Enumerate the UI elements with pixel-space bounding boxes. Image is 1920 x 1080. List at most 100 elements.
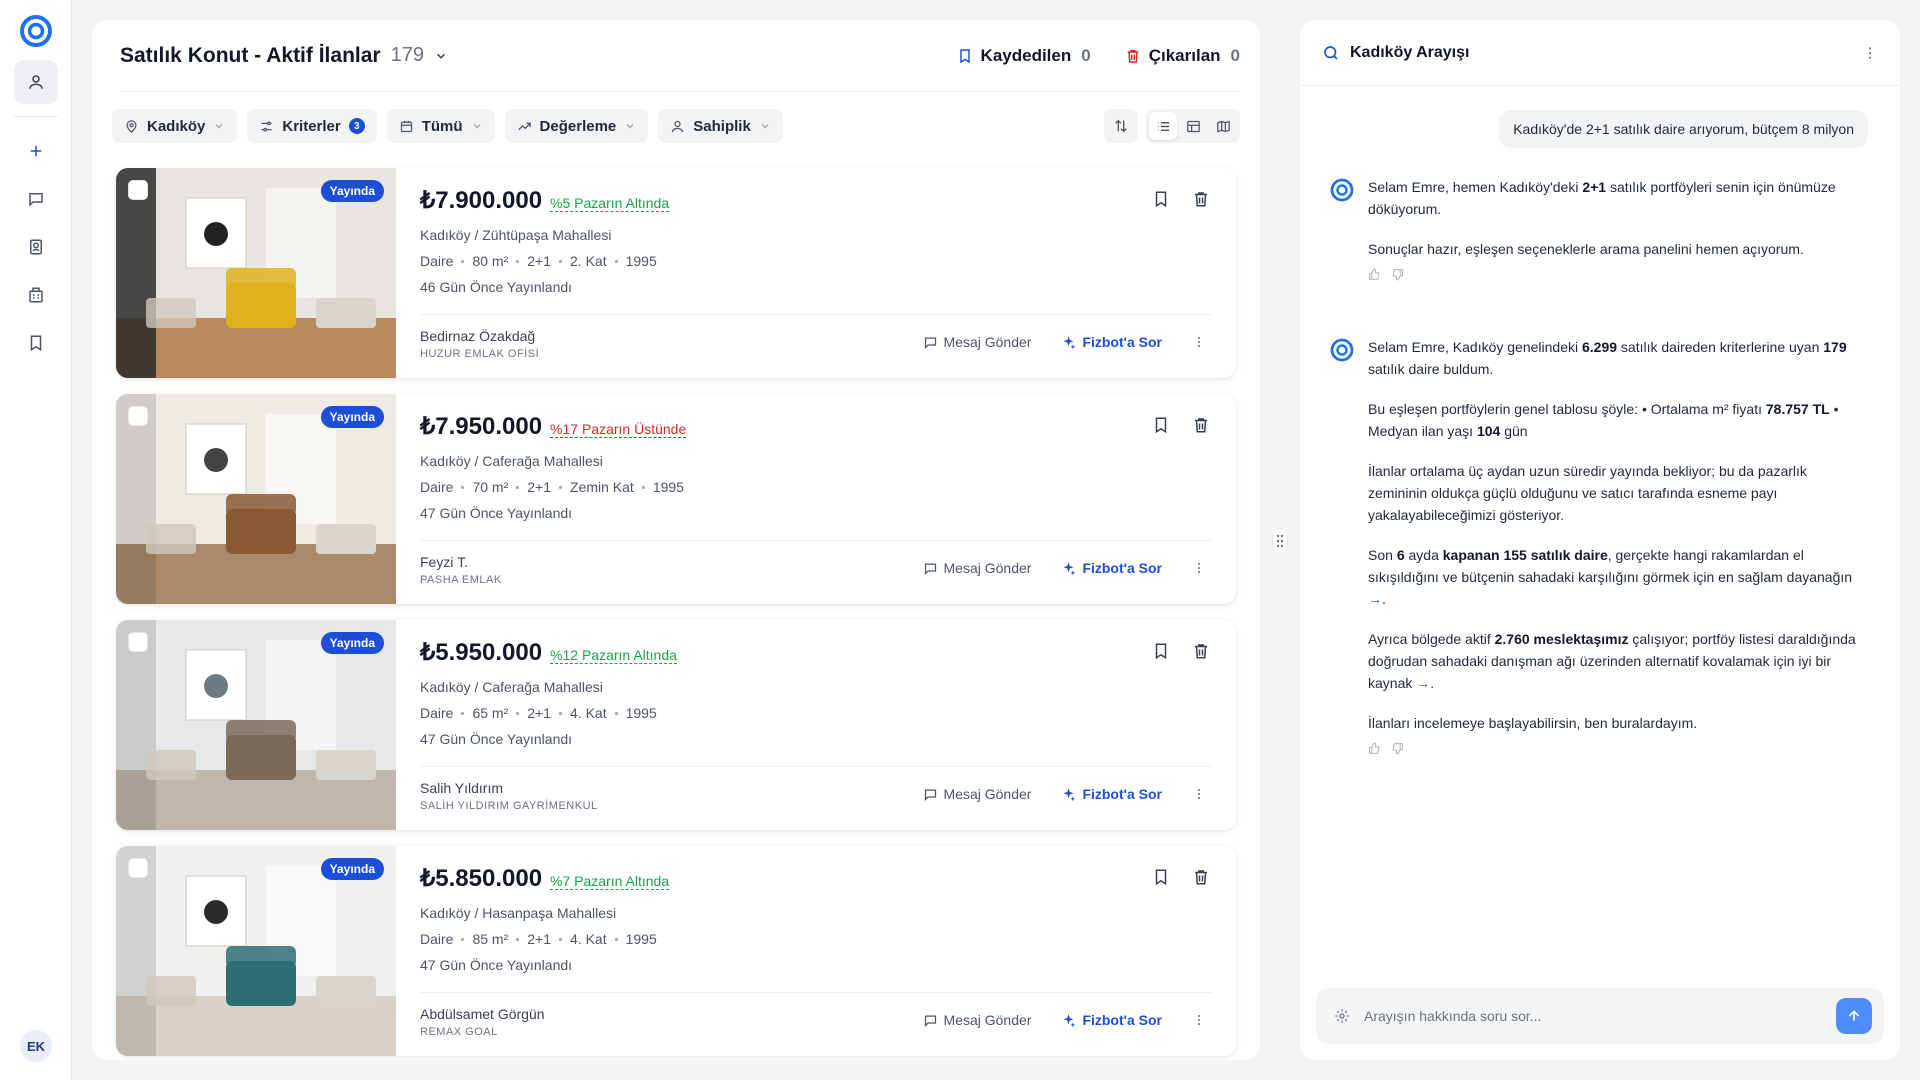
panel-resize-handle[interactable] <box>1272 528 1288 554</box>
listing-photo[interactable]: Yayında <box>116 620 396 830</box>
property-area: 80 m² <box>472 253 509 269</box>
filter-date[interactable]: Tümü <box>386 109 495 143</box>
send-message-label: Mesaj Gönder <box>943 786 1032 802</box>
listing-photo[interactable]: Yayında <box>116 846 396 1056</box>
app-logo[interactable] <box>19 14 53 48</box>
thumbs-up-icon[interactable] <box>1368 268 1381 281</box>
filter-location[interactable]: Kadıköy <box>112 109 238 143</box>
more-vertical-icon[interactable] <box>1192 787 1206 801</box>
published-date: 47 Gün Önce Yayınlandı <box>420 505 573 521</box>
saved-button[interactable]: Kaydedilen 0 <box>957 46 1091 66</box>
select-checkbox[interactable] <box>128 858 148 878</box>
sort-icon[interactable] <box>1104 109 1138 143</box>
separator-dot <box>516 937 520 941</box>
removed-label: Çıkarılan <box>1148 45 1221 65</box>
profile-icon[interactable] <box>14 60 58 104</box>
separator-dot <box>516 711 520 715</box>
build-year: 1995 <box>625 705 657 721</box>
building-icon[interactable] <box>14 273 58 317</box>
listing-features: Daire 85 m² 2+1 4. Kat 1995 <box>420 931 1212 947</box>
chat-input[interactable] <box>1364 1008 1836 1024</box>
message-paragraph: İlanları incelemeye başlayabilirsin, ben… <box>1368 715 1698 731</box>
user-message: Kadıköy'de 2+1 satılık daire arıyorum, b… <box>1499 110 1868 148</box>
colleagues-link[interactable]: → <box>1416 675 1430 691</box>
listing-card[interactable]: Yayında ₺5.850.000 %7 Pazarın Altında Ka… <box>116 846 1236 1056</box>
send-button[interactable] <box>1836 998 1872 1034</box>
published-date: 47 Gün Önce Yayınlandı <box>420 957 573 973</box>
plus-icon[interactable] <box>14 129 58 173</box>
agent-office: HUZUR EMLAK OFİSİ <box>420 348 540 360</box>
ask-fizbot-button[interactable]: Fizbot'a Sor <box>1061 560 1162 576</box>
agent-name[interactable]: Salih Yıldırım <box>420 780 598 796</box>
thumbs-down-icon[interactable] <box>1391 268 1404 281</box>
trash-icon[interactable] <box>1192 416 1210 439</box>
chevron-down-icon[interactable] <box>434 49 448 63</box>
listing-features: Daire 70 m² 2+1 Zemin Kat 1995 <box>420 479 1212 495</box>
send-message-button[interactable]: Mesaj Gönder <box>923 1012 1031 1028</box>
map-view-icon[interactable] <box>1209 112 1237 140</box>
listing-photo[interactable]: Yayında <box>116 394 396 604</box>
bookmark-icon[interactable] <box>1152 868 1170 891</box>
chevron-down-icon <box>471 120 483 132</box>
market-comparison-tag[interactable]: %5 Pazarın Altında <box>550 195 670 212</box>
chat-header: Kadıköy Arayışı <box>1300 20 1900 86</box>
market-comparison-tag[interactable]: %12 Pazarın Altında <box>550 647 677 664</box>
avatar[interactable]: EK <box>20 1030 52 1062</box>
ask-fizbot-button[interactable]: Fizbot'a Sor <box>1061 1012 1162 1028</box>
more-vertical-icon[interactable] <box>1192 561 1206 575</box>
thumbs-up-icon[interactable] <box>1368 742 1381 755</box>
bookmark-icon[interactable] <box>1152 416 1170 439</box>
send-message-button[interactable]: Mesaj Gönder <box>923 560 1031 576</box>
removed-button[interactable]: Çıkarılan 0 <box>1125 46 1240 66</box>
arrow-up-icon <box>1848 1010 1860 1021</box>
trash-icon[interactable] <box>1192 868 1210 891</box>
property-floor: 2. Kat <box>570 253 607 269</box>
listing-card[interactable]: Yayında ₺7.950.000 %17 Pazarın Üstünde K… <box>116 394 1236 604</box>
filter-ownership[interactable]: Sahiplik <box>658 109 783 143</box>
listing-location: Kadıköy / Zühtüpaşa Mahallesi <box>420 227 612 243</box>
property-rooms: 2+1 <box>527 931 552 947</box>
more-vertical-icon[interactable] <box>1192 1013 1206 1027</box>
ask-fizbot-button[interactable]: Fizbot'a Sor <box>1061 334 1162 350</box>
saved-label: Kaydedilen <box>980 45 1072 65</box>
trash-icon <box>1127 49 1139 63</box>
send-message-button[interactable]: Mesaj Gönder <box>923 334 1031 350</box>
bookmark-icon[interactable] <box>1152 190 1170 213</box>
build-year: 1995 <box>625 253 657 269</box>
select-checkbox[interactable] <box>128 632 148 652</box>
more-vertical-icon[interactable] <box>1862 45 1878 61</box>
listing-price: ₺7.950.000 <box>420 413 543 440</box>
market-comparison-tag[interactable]: %17 Pazarın Üstünde <box>550 421 687 438</box>
bookmark-icon[interactable] <box>14 321 58 365</box>
send-message-button[interactable]: Mesaj Gönder <box>923 786 1032 802</box>
filter-valuation[interactable]: Değerleme <box>504 109 649 143</box>
listing-card[interactable]: Yayında ₺5.950.000 %12 Pazarın Altında K… <box>116 620 1236 830</box>
settings-icon[interactable] <box>1334 1008 1350 1024</box>
ask-fizbot-label: Fizbot'a Sor <box>1082 786 1162 802</box>
agent-name[interactable]: Bedirnaz Özakdağ <box>420 328 539 344</box>
select-checkbox[interactable] <box>128 180 148 200</box>
more-vertical-icon[interactable] <box>1192 335 1206 349</box>
thumbs-down-icon[interactable] <box>1391 742 1404 755</box>
separator-dot <box>516 485 520 489</box>
bookmark-icon[interactable] <box>1152 642 1170 665</box>
trash-icon[interactable] <box>1192 190 1210 213</box>
agent-office: REMAX GOAL <box>420 1026 498 1038</box>
list-view-icon[interactable] <box>1149 112 1177 140</box>
chat-icon[interactable] <box>14 177 58 221</box>
listing-photo[interactable]: Yayında <box>116 168 396 378</box>
trash-icon[interactable] <box>1192 642 1210 665</box>
message-icon <box>924 337 936 349</box>
property-area: 70 m² <box>472 479 509 495</box>
select-checkbox[interactable] <box>128 406 148 426</box>
filter-criteria[interactable]: Kriterler 3 <box>247 109 377 143</box>
table-view-icon[interactable] <box>1179 112 1207 140</box>
sold-listings-link[interactable]: → <box>1368 591 1382 607</box>
agent-name[interactable]: Abdülsamet Görgün <box>420 1006 545 1022</box>
market-comparison-tag[interactable]: %7 Pazarın Altında <box>550 873 670 890</box>
listing-card[interactable]: Yayında ₺7.900.000 %5 Pazarın Altında Ka… <box>116 168 1236 378</box>
agent-name[interactable]: Feyzi T. <box>420 554 502 570</box>
ask-fizbot-button[interactable]: Fizbot'a Sor <box>1061 786 1162 802</box>
separator-dot <box>461 711 465 715</box>
contacts-icon[interactable] <box>14 225 58 269</box>
